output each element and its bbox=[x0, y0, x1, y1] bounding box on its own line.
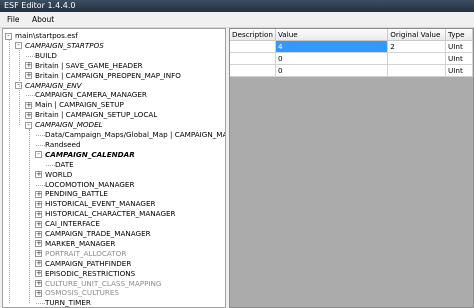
tree-node[interactable]: BUILD bbox=[35, 51, 57, 61]
collapse-icon[interactable]: - bbox=[25, 121, 32, 129]
cell-value[interactable]: 0 bbox=[275, 52, 389, 65]
menu-bar: File About bbox=[0, 12, 474, 28]
cell-original-value bbox=[387, 52, 447, 65]
tree-connector bbox=[36, 303, 45, 305]
tree-node[interactable]: TURN_TIMER bbox=[45, 298, 91, 307]
tree-node[interactable]: PORTRAIT_ALLOCATOR bbox=[45, 249, 126, 259]
expand-icon[interactable]: + bbox=[35, 240, 42, 248]
tree-node[interactable]: CAMPAIGN_CALENDAR bbox=[45, 150, 135, 160]
table-row[interactable]: 0 UInt bbox=[230, 52, 473, 65]
tree-guide-line bbox=[9, 40, 10, 304]
expand-icon[interactable]: + bbox=[35, 210, 42, 218]
tree-connector bbox=[26, 95, 35, 97]
tree-guide-line bbox=[29, 129, 30, 304]
tree-node[interactable]: CAMPAIGN_PATHFINDER bbox=[45, 259, 131, 269]
window-title: ESF Editor 1.4.4.0 bbox=[4, 1, 76, 10]
value-table: Description Value Original Value Type 42… bbox=[230, 29, 473, 77]
cell-value[interactable]: 0 bbox=[275, 64, 389, 77]
tree-node[interactable]: Main | CAMPAIGN_SETUP bbox=[35, 100, 124, 110]
tree-node[interactable]: Data/Campaign_Maps/Global_Map | CAMPAIGN… bbox=[45, 130, 225, 140]
tree-node[interactable]: DATE bbox=[55, 160, 74, 170]
collapse-icon[interactable]: - bbox=[15, 42, 22, 50]
column-header-type[interactable]: Type bbox=[445, 29, 473, 41]
cell-description bbox=[230, 64, 276, 77]
cell-original-value: 2 bbox=[387, 40, 447, 53]
expand-icon[interactable]: + bbox=[35, 171, 42, 179]
tree-connector bbox=[36, 144, 45, 146]
tree-node[interactable]: main\startpos.esf bbox=[15, 31, 78, 41]
tree-connector bbox=[36, 135, 45, 136]
menu-file[interactable]: File bbox=[4, 14, 23, 25]
menu-about[interactable]: About bbox=[29, 14, 57, 25]
tree-connector bbox=[36, 184, 45, 186]
tree-node[interactable]: CAMPAIGN_CAMERA_MANAGER bbox=[35, 90, 147, 100]
tree-node[interactable]: WORLD bbox=[45, 170, 72, 180]
cell-description bbox=[230, 52, 276, 65]
expand-icon[interactable]: + bbox=[35, 190, 42, 198]
expand-icon[interactable]: + bbox=[35, 200, 42, 208]
tree-node[interactable]: PENDING_BATTLE bbox=[45, 189, 108, 199]
tree-node[interactable]: CAMPAIGN_STARTPOS bbox=[25, 41, 104, 51]
tree-node[interactable]: Britain | SAVE_GAME_HEADER bbox=[35, 61, 143, 71]
expand-icon[interactable]: + bbox=[35, 289, 42, 297]
expand-icon[interactable]: + bbox=[25, 101, 32, 109]
cell-value[interactable]: 4 bbox=[275, 40, 389, 53]
cell-description bbox=[230, 40, 276, 53]
cell-type: UInt bbox=[445, 40, 473, 53]
title-bar: ESF Editor 1.4.4.0 bbox=[0, 0, 474, 12]
expand-icon[interactable]: + bbox=[35, 260, 42, 268]
tree-node[interactable]: OSMOSIS_CULTURES bbox=[45, 288, 119, 298]
tree-node[interactable]: EPISODIC_RESTRICTIONS bbox=[45, 269, 135, 279]
expand-icon[interactable]: + bbox=[35, 250, 42, 258]
table-row[interactable]: 0 UInt bbox=[230, 64, 473, 77]
tree-node[interactable]: CAMPAIGN_MODEL bbox=[35, 120, 103, 130]
expand-icon[interactable]: + bbox=[25, 62, 32, 70]
tree-node[interactable]: HISTORICAL_CHARACTER_MANAGER bbox=[45, 209, 176, 219]
tree-node[interactable]: CAMPAIGN_ENV bbox=[25, 81, 82, 91]
cell-type: UInt bbox=[445, 52, 473, 65]
cell-type: UInt bbox=[445, 64, 473, 77]
column-header-value[interactable]: Value bbox=[275, 29, 389, 41]
column-header-description[interactable]: Description bbox=[230, 29, 276, 41]
tree-node[interactable]: LOCOMOTION_MANAGER bbox=[45, 180, 134, 190]
expand-icon[interactable]: + bbox=[35, 270, 42, 278]
tree-node[interactable]: CAMPAIGN_TRADE_MANAGER bbox=[45, 229, 151, 239]
tree-node[interactable]: Britain | CAMPAIGN_PREOPEN_MAP_INFO bbox=[35, 71, 181, 81]
tree-node[interactable]: MARKER_MANAGER bbox=[45, 239, 115, 249]
collapse-icon[interactable]: - bbox=[5, 32, 12, 40]
tree-connector bbox=[26, 55, 35, 57]
node-tree[interactable]: - main\startpos.esf - CAMPAIGN_STARTPOS BUIL… bbox=[2, 28, 226, 308]
header-row: Description Value Original Value Type bbox=[230, 29, 473, 41]
table-row[interactable]: 4 2 UInt bbox=[230, 40, 473, 53]
expand-icon[interactable]: + bbox=[35, 280, 42, 287]
tree-guide-line bbox=[19, 49, 20, 126]
column-header-original-value[interactable]: Original Value bbox=[387, 29, 447, 41]
expand-icon[interactable]: + bbox=[35, 220, 42, 228]
tree-node[interactable]: CAI_INTERFACE bbox=[45, 219, 100, 229]
expand-icon[interactable]: + bbox=[25, 72, 32, 80]
property-grid: Description Value Original Value Type 42… bbox=[229, 28, 474, 308]
tree-node[interactable]: HISTORICAL_EVENT_MANAGER bbox=[45, 199, 156, 209]
tree-node[interactable]: Randseed bbox=[45, 140, 81, 150]
expand-icon[interactable]: + bbox=[25, 111, 32, 119]
tree-node[interactable]: CULTURE_UNIT_CLASS_MAPPING bbox=[45, 279, 162, 289]
collapse-icon[interactable]: - bbox=[35, 151, 42, 159]
expand-icon[interactable]: + bbox=[35, 230, 42, 238]
cell-original-value bbox=[387, 64, 447, 77]
tree-connector bbox=[46, 164, 55, 166]
tree-node[interactable]: Britain | CAMPAIGN_SETUP_LOCAL bbox=[35, 110, 157, 120]
